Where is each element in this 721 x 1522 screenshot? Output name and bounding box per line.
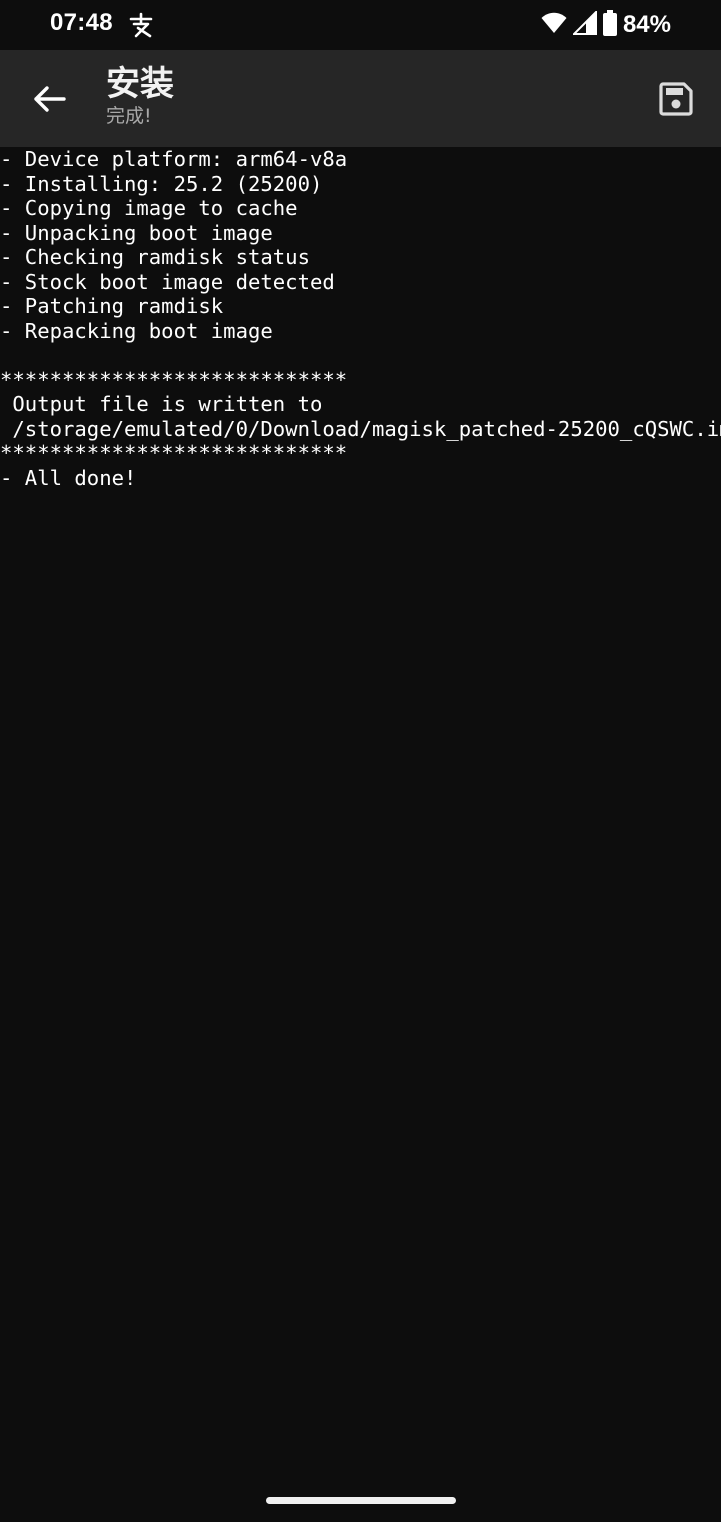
wifi-icon <box>541 12 567 38</box>
console-line: - Checking ramdisk status <box>0 245 310 269</box>
status-right-group: 84% <box>541 9 671 40</box>
console-line: - All done! <box>0 465 137 490</box>
gesture-nav-handle[interactable] <box>266 1497 456 1504</box>
cell-signal-icon <box>571 9 597 39</box>
status-bar: 07:48 84% <box>0 0 721 50</box>
chinese-char-notification-icon <box>128 12 154 38</box>
battery-percentage: 84% <box>622 11 671 38</box>
console-line: - Device platform: arm64-v8a <box>0 147 348 171</box>
console-line: - Installing: 25.2 (25200) <box>0 171 323 196</box>
title-block: 安装 完成! <box>106 64 174 128</box>
console-line: Output file is written to <box>0 392 323 416</box>
page-subtitle: 完成! <box>106 105 152 127</box>
floppy-save-icon <box>659 82 693 116</box>
console-line: - Copying image to cache <box>0 196 298 220</box>
console-line: **************************** <box>0 367 348 392</box>
console-line: - Patching ramdisk <box>0 294 224 318</box>
page-title: 安装 <box>106 64 174 104</box>
app-bar: 安装 完成! <box>0 50 721 147</box>
arrow-left-icon <box>34 86 66 112</box>
console-line: - Repacking boot image <box>0 318 273 343</box>
save-log-button[interactable] <box>651 74 701 124</box>
battery-icon <box>602 10 617 40</box>
console-line: - Unpacking boot image <box>0 220 273 245</box>
console-lines: - Device platform: arm64-v8a - Installing… <box>0 147 721 490</box>
back-button[interactable] <box>22 72 76 126</box>
status-time: 07:48 <box>50 9 113 36</box>
console-line: - Stock boot image detected <box>0 269 335 294</box>
console-line: /storage/emulated/0/Download/magisk_patc… <box>0 416 721 441</box>
console-line: **************************** <box>0 441 348 465</box>
console-log[interactable]: - Device platform: arm64-v8a - Installing… <box>0 147 721 1487</box>
